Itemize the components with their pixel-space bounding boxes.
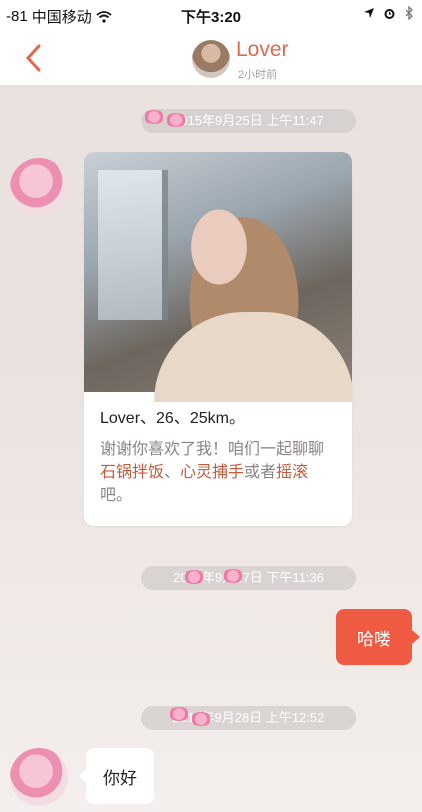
photo-background (98, 170, 168, 320)
location-arrow-icon (364, 8, 374, 18)
sticker-decoration (190, 712, 212, 726)
back-button[interactable] (18, 40, 48, 76)
interest-tag: 心灵捕手 (180, 464, 245, 481)
card-text: 、 (164, 464, 181, 481)
bluetooth-icon (405, 6, 413, 20)
card-text: 谢谢你喜欢了我！咱们一起聊聊 (100, 441, 325, 458)
sticker-decoration (165, 113, 187, 127)
status-right (363, 6, 414, 20)
card-text: 吧。 (100, 487, 133, 504)
profile-card[interactable]: Lover、26、25km。 谢谢你喜欢了我！咱们一起聊聊石锅拌饭、心灵捕手或者… (84, 152, 352, 526)
status-time: 下午3:20 (180, 9, 242, 26)
interest-tag: 摇滚 (276, 464, 309, 481)
contact-name: Lover (236, 38, 289, 61)
header-avatar[interactable] (192, 40, 230, 78)
card-description: 谢谢你喜欢了我！咱们一起聊聊石锅拌饭、心灵捕手或者摇滚吧。 (100, 438, 340, 507)
last-active: 2小时前 (238, 69, 278, 81)
card-name: Lover、26、25km。 (100, 410, 245, 427)
profile-photo[interactable] (84, 152, 352, 402)
incoming-message[interactable]: 你好 (79, 748, 154, 804)
timestamp-pill: 2015年9月27日 下午11:36 (141, 566, 356, 590)
sticker-decoration (183, 570, 205, 584)
contact-avatar[interactable] (10, 748, 68, 806)
sticker-decoration (168, 707, 190, 721)
interest-tag: 石锅拌饭 (100, 464, 165, 481)
status-bar: -81 中国移动 下午3:20 (0, 0, 422, 30)
alarm-icon (384, 8, 395, 19)
chat-header: Lover 2小时前 (0, 30, 422, 86)
card-text: 或者 (244, 464, 277, 481)
photo-shoulder (154, 312, 352, 402)
outgoing-message[interactable]: 哈喽 (336, 609, 420, 665)
chevron-left-icon (25, 44, 41, 72)
sticker-decoration (222, 569, 244, 583)
contact-avatar[interactable] (10, 158, 68, 216)
sticker-decoration (143, 110, 165, 124)
